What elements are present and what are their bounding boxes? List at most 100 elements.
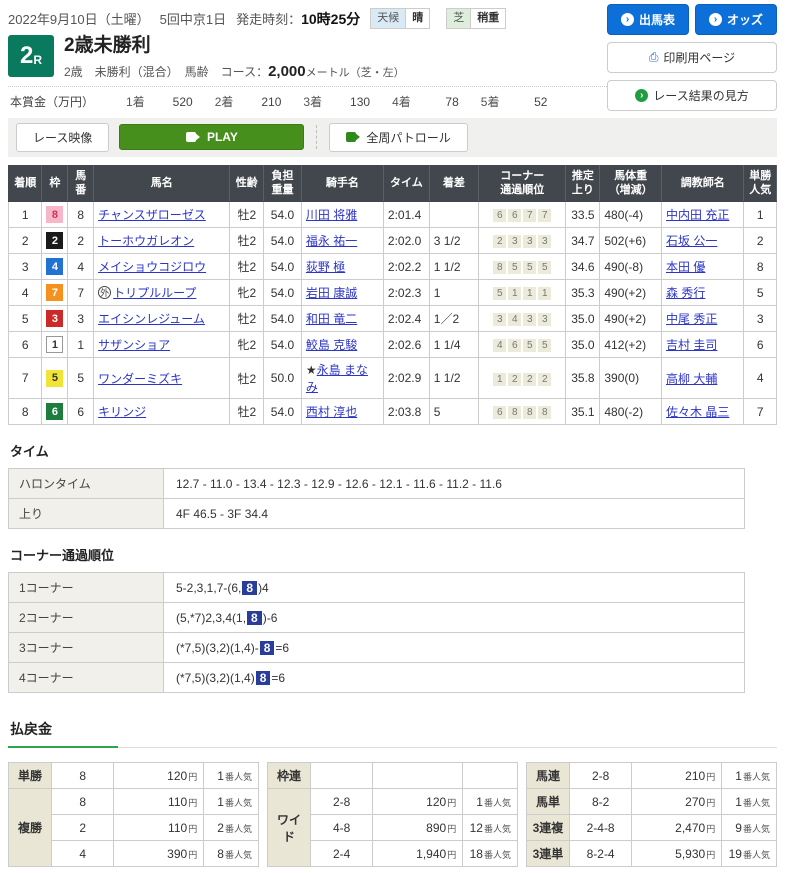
corner-pos: 2 (538, 372, 552, 386)
result-guide-button[interactable]: › レース結果の見方 (607, 80, 777, 111)
frame-number-badge: 5 (46, 369, 64, 387)
patrol-video-button[interactable]: 全周パトロール (329, 122, 468, 152)
payout-amount: 210円 (631, 762, 723, 790)
margin: 1／2 (428, 305, 480, 333)
horse-name-link[interactable]: エイシンレジューム (98, 312, 205, 326)
yen-unit: 円 (706, 797, 716, 808)
prize-rank: 2着 (214, 94, 234, 109)
payout-amount-value: 390 (167, 846, 188, 861)
result-row: 6 1 1 サザンショア 牝2 54.0 鮫島 克駿 2:02.6 1 1/4 … (7, 331, 777, 359)
corner-order: 3433 (478, 305, 567, 333)
payout-amount: 5,930円 (631, 840, 723, 868)
weather-value: 晴 (405, 9, 430, 28)
frame-number-badge: 8 (46, 206, 64, 224)
trainer-link[interactable]: 中内田 充正 (666, 208, 729, 222)
horse-weight: 412(+2) (599, 331, 663, 359)
arrow-circle-green-icon: › (635, 89, 649, 102)
horse-name-link[interactable]: メイショウコジロウ (98, 260, 206, 274)
horse-number: 8 (67, 201, 95, 229)
payout-combination: 2-4-8 (568, 814, 633, 842)
payout-section-title: 払戻金 (10, 721, 52, 738)
last-up-value: 4F 46.5 - 3F 34.4 (163, 498, 745, 530)
sex-age: 牡2 (229, 357, 265, 400)
payout-amount-value: 210 (685, 768, 706, 783)
result-guide-label: レース結果の見方 (653, 89, 749, 103)
payout-popularity: 1番人気 (203, 788, 259, 816)
payout-popularity: 1番人気 (203, 762, 259, 790)
col-header-win-popularity: 単勝 人気 (743, 164, 777, 203)
win-popularity: 7 (743, 398, 777, 426)
horse-weight: 502(+6) (599, 227, 663, 255)
payout-popularity: 19番人気 (721, 840, 777, 868)
weight-carried: 50.0 (263, 357, 302, 400)
win-popularity: 1 (743, 201, 777, 229)
highlighted-horse-number: 8 (259, 640, 275, 655)
shutsuba-button[interactable]: › 出馬表 (607, 4, 689, 35)
jockey-link[interactable]: 和田 竜二 (306, 312, 357, 326)
corner-pos: 5 (523, 261, 537, 275)
play-button[interactable]: PLAY (119, 124, 305, 151)
weight-carried: 54.0 (263, 253, 302, 281)
frame-number-badge: 1 (46, 336, 64, 354)
corner-order: 5111 (478, 279, 567, 307)
col-header-weight-carried: 負担 重量 (263, 164, 302, 203)
jockey-link[interactable]: 川田 将雅 (306, 208, 357, 222)
race-conditions: 2歳 未勝利（混合） 馬齢 コース：2,000メートル（芝・左） (64, 63, 405, 80)
jockey-link[interactable]: 西村 淳也 (306, 405, 357, 419)
video-camera-icon (185, 132, 200, 143)
corner-pos: 1 (538, 287, 552, 301)
result-row: 1 8 8 チャンスザローゼス 牡2 54.0 川田 将雅 2:01.4 667… (7, 201, 777, 229)
corner-order: 4655 (478, 331, 567, 359)
horse-name-link[interactable]: チャンスザローゼス (98, 208, 206, 222)
race-video-button[interactable]: レース映像 (16, 122, 110, 152)
jockey-link[interactable]: 鮫島 克駿 (306, 338, 357, 352)
popularity-unit: 番人気 (742, 849, 770, 860)
yen-unit: 円 (188, 771, 198, 782)
horse-weight: 390(0) (599, 357, 663, 400)
payout-tables: 単勝 8 120円 1番人気 複勝 8 110円 1番人気 2 110円 2番人… (7, 762, 777, 868)
corner-pos: 3 (538, 313, 552, 327)
payout-popularity: 1番人気 (721, 788, 777, 816)
horse-name-link[interactable]: トーホウガレオン (98, 234, 194, 248)
finish-time: 2:02.3 (382, 279, 430, 307)
corner-3-label: 3コーナー (8, 632, 164, 664)
popularity-unit: 番人気 (224, 823, 252, 834)
video-bar: レース映像 PLAY 全周パトロール (8, 117, 777, 157)
sex-age: 牡2 (229, 253, 265, 281)
odds-button[interactable]: › オッズ (695, 4, 777, 35)
payout-popularity-value: 8 (217, 846, 224, 861)
sex-age: 牡2 (229, 227, 265, 255)
corner-pos: 3 (523, 313, 537, 327)
payout-popularity-value: 12 (469, 820, 483, 835)
trainer-link[interactable]: 本田 優 (666, 260, 705, 274)
horse-name-link[interactable]: キリンジ (98, 405, 146, 419)
payout-popularity: 1番人気 (462, 788, 518, 816)
payout-popularity-value: 18 (469, 846, 483, 861)
payout-amount: 390円 (113, 840, 205, 868)
trainer-link[interactable]: 石坂 公一 (666, 234, 717, 248)
finish-position: 1 (7, 201, 43, 229)
payout-popularity: 2番人気 (203, 814, 259, 842)
horse-name-link[interactable]: ワンダーミズキ (98, 372, 182, 386)
lap-time-table: ハロンタイム 12.7 - 11.0 - 13.4 - 12.3 - 12.9 … (8, 468, 745, 530)
frame-number-badge: 3 (46, 310, 64, 328)
horse-name-link[interactable]: トリプルループ (113, 286, 196, 300)
apprentice-mark: ★ (305, 363, 317, 378)
trainer-link[interactable]: 佐々木 晶三 (666, 405, 729, 419)
corner-3-order: (*7,5)(3,2)(1,4)- 8 =6 (163, 632, 745, 664)
trainer-link[interactable]: 吉村 圭司 (666, 338, 717, 352)
jockey-link[interactable]: 荻野 極 (306, 260, 345, 274)
jockey-link[interactable]: 福永 祐一 (306, 234, 357, 248)
race-number: 2 (19, 42, 34, 69)
jockey-link[interactable]: 岩田 康誠 (306, 286, 357, 300)
payout-combination: 8 (51, 762, 115, 790)
margin: 5 (428, 398, 480, 426)
print-page-button[interactable]: ⎙ 印刷用ページ (607, 42, 777, 73)
popularity-unit: 番人気 (742, 797, 770, 808)
trainer-link[interactable]: 高柳 大輔 (666, 372, 717, 386)
horse-name-link[interactable]: サザンショア (98, 338, 170, 352)
sex-age: 牡2 (229, 305, 265, 333)
trainer-link[interactable]: 中尾 秀正 (666, 312, 717, 326)
corner-pos: 6 (493, 209, 507, 223)
trainer-link[interactable]: 森 秀行 (666, 286, 705, 300)
